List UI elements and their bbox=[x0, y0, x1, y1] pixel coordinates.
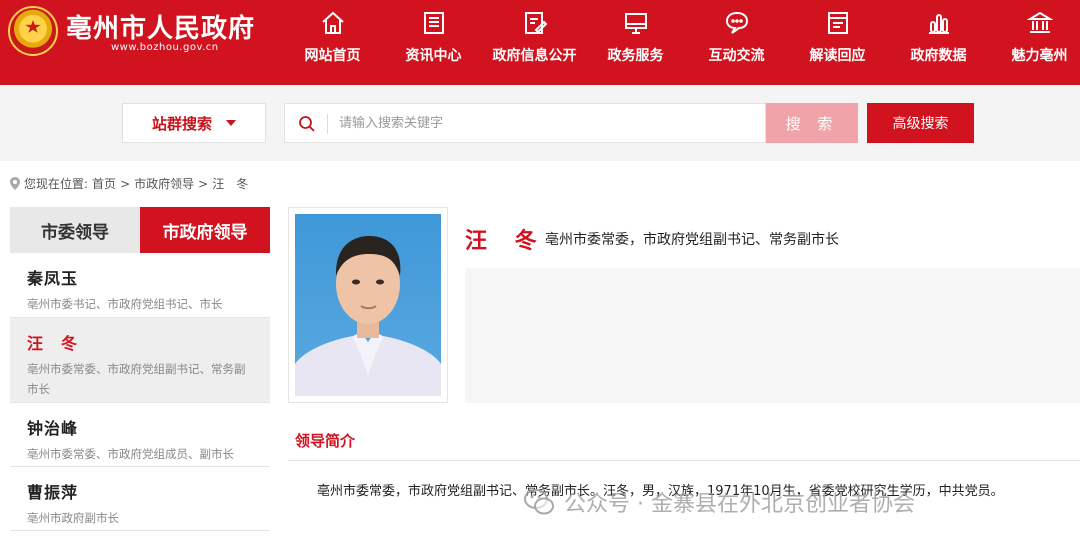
leader-name: 秦凤玉 bbox=[27, 269, 79, 288]
nav-label: 网站首页 bbox=[304, 48, 361, 64]
tab-gov-leaders[interactable]: 市政府领导 bbox=[140, 207, 270, 253]
site-select-label: 站群搜索 bbox=[151, 114, 212, 133]
bar-chart-icon bbox=[926, 10, 952, 36]
chat-icon bbox=[724, 10, 750, 36]
nav-label: 解读回应 bbox=[809, 48, 866, 64]
leader-tabs: 市委领导 市政府领导 bbox=[10, 207, 270, 253]
search-icon bbox=[297, 114, 317, 134]
leader-name: 汪 冬 bbox=[27, 334, 79, 353]
breadcrumb-separator: > bbox=[120, 176, 131, 191]
breadcrumb-prefix: 您现在位置: bbox=[24, 177, 89, 191]
nav-label: 魅力亳州 bbox=[1011, 48, 1068, 64]
leader-role: 亳州市委书记、市政府党组书记、市长 bbox=[27, 297, 223, 311]
leader-portrait bbox=[295, 214, 441, 396]
book-icon bbox=[825, 10, 851, 36]
profile-name: 汪 冬 bbox=[465, 228, 547, 254]
wechat-icon bbox=[524, 489, 554, 515]
site-title[interactable]: 亳州市人民政府 bbox=[66, 8, 255, 45]
watermark: 公众号 · 金寨县在外北京创业者协会 bbox=[522, 484, 915, 520]
nav-label: 互动交流 bbox=[708, 48, 765, 64]
search-box bbox=[284, 103, 766, 143]
watermark-text: 公众号 · 金寨县在外北京创业者协会 bbox=[564, 492, 915, 517]
search-input[interactable] bbox=[339, 112, 749, 134]
tab-party-committee-leaders[interactable]: 市委领导 bbox=[10, 207, 140, 253]
list-item[interactable]: 钟治峰 亳州市委常委、市政府党组成员、副市长 bbox=[10, 403, 270, 467]
search-divider bbox=[327, 114, 328, 134]
nav-item-interpretation[interactable]: 解读回应 bbox=[787, 0, 888, 85]
section-divider bbox=[288, 460, 1080, 461]
search-button[interactable]: 搜 索 bbox=[766, 103, 858, 143]
news-icon bbox=[421, 10, 447, 36]
profile-title: 亳州市委常委，市政府党组副书记、常务副市长 bbox=[545, 232, 839, 248]
leader-list: 秦凤玉 亳州市委书记、市政府党组书记、市长 汪 冬 亳州市委常委、市政府党组副书… bbox=[10, 253, 270, 531]
site-header: 亳州市人民政府 www.bozhou.gov.cn 网站首页 资讯中心 政府信息… bbox=[0, 0, 1080, 85]
profile-info-box bbox=[465, 268, 1080, 403]
list-item[interactable]: 秦凤玉 亳州市委书记、市政府党组书记、市长 bbox=[10, 253, 270, 318]
list-item[interactable]: 曹振萍 亳州市政府副市长 bbox=[10, 467, 270, 531]
nav-item-home[interactable]: 网站首页 bbox=[282, 0, 383, 85]
breadcrumb-home[interactable]: 首页 bbox=[92, 175, 116, 192]
monitor-icon bbox=[623, 10, 649, 36]
breadcrumb-separator: > bbox=[198, 176, 209, 191]
nav-label: 政府信息公开 bbox=[492, 48, 577, 64]
site-group-search-select[interactable]: 站群搜索 bbox=[122, 103, 266, 143]
main-nav: 网站首页 资讯中心 政府信息公开 政务服务 互动交流 解读回应 政府数据 魅力亳… bbox=[282, 0, 1080, 85]
advanced-search-button[interactable]: 高级搜索 bbox=[867, 103, 974, 143]
breadcrumb: 您现在位置: 首页 > 市政府领导 > 汪 冬 bbox=[10, 175, 248, 192]
breadcrumb-current: 汪 冬 bbox=[212, 177, 249, 191]
leader-photo-frame bbox=[288, 207, 448, 403]
location-pin-icon bbox=[10, 177, 20, 190]
leader-role: 亳州市委常委、市政府党组成员、副市长 bbox=[27, 447, 234, 461]
leader-name: 曹振萍 bbox=[27, 483, 79, 502]
breadcrumb-gov-leaders[interactable]: 市政府领导 bbox=[134, 175, 194, 192]
nav-item-info-disclosure[interactable]: 政府信息公开 bbox=[484, 0, 585, 85]
building-icon bbox=[1025, 10, 1054, 36]
nav-label: 资讯中心 bbox=[405, 48, 462, 64]
nav-item-gov-services[interactable]: 政务服务 bbox=[585, 0, 686, 85]
nav-item-charm-bozhou[interactable]: 魅力亳州 bbox=[989, 0, 1080, 85]
nav-item-gov-data[interactable]: 政府数据 bbox=[888, 0, 989, 85]
caret-down-icon bbox=[226, 120, 236, 126]
site-url: www.bozhou.gov.cn bbox=[111, 42, 219, 53]
nav-label: 政务服务 bbox=[607, 48, 664, 64]
home-icon bbox=[320, 10, 346, 36]
nav-item-interaction[interactable]: 互动交流 bbox=[686, 0, 787, 85]
section-title: 领导简介 bbox=[295, 432, 356, 450]
leader-role: 亳州市政府副市长 bbox=[27, 511, 119, 525]
leader-name: 钟治峰 bbox=[27, 419, 79, 438]
nav-item-news[interactable]: 资讯中心 bbox=[383, 0, 484, 85]
list-item[interactable]: 汪 冬 亳州市委常委、市政府党组副书记、常务副市长 bbox=[10, 318, 270, 403]
national-emblem-logo[interactable] bbox=[8, 6, 58, 56]
document-edit-icon bbox=[522, 10, 548, 36]
leader-role: 亳州市委常委、市政府党组副书记、常务副市长 bbox=[27, 362, 246, 396]
nav-label: 政府数据 bbox=[910, 48, 967, 64]
